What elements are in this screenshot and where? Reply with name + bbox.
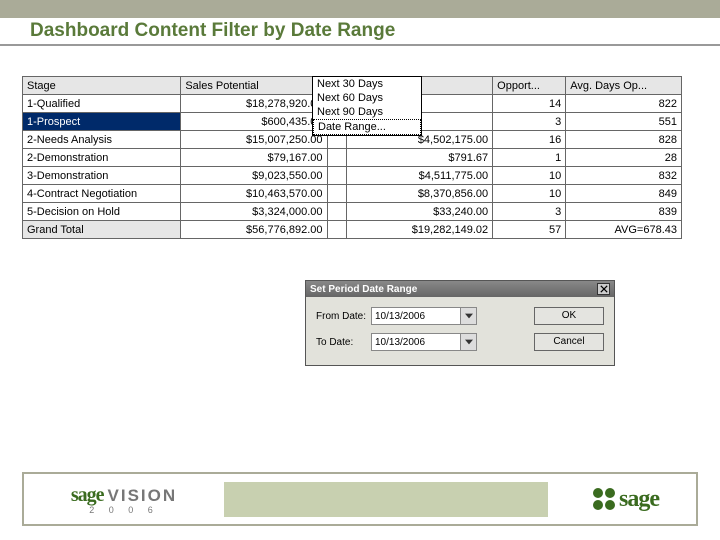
cell-opportunities: 57 xyxy=(493,221,566,239)
from-date-field xyxy=(371,307,481,325)
cell-weighted-potential: $791.67 xyxy=(347,149,493,167)
cell-avg-days: 832 xyxy=(566,167,682,185)
cell-stage: 1-Qualified xyxy=(23,95,181,113)
cell-stage: Grand Total xyxy=(23,221,181,239)
close-icon[interactable] xyxy=(597,283,610,295)
sage-dots-icon xyxy=(593,488,615,510)
dialog-title-text: Set Period Date Range xyxy=(310,284,417,295)
cell-w xyxy=(327,167,346,185)
table-row[interactable]: 5-Decision on Hold$3,324,000.00 $33,240.0… xyxy=(23,203,682,221)
title-row: Dashboard Content Filter by Date Range xyxy=(0,18,720,46)
cell-opportunities: 3 xyxy=(493,113,566,131)
table-row[interactable]: 3-Demonstration$9,023,550.00 $4,511,775.0… xyxy=(23,167,682,185)
cell-opportunities: 10 xyxy=(493,167,566,185)
cell-sales-potential: $18,278,920.00 xyxy=(181,95,327,113)
sage-logo: sage xyxy=(556,474,696,524)
page-title: Dashboard Content Filter by Date Range xyxy=(30,20,395,42)
table-row[interactable]: 4-Contract Negotiation$10,463,570.00 $8,3… xyxy=(23,185,682,203)
col-header-avg-days[interactable]: Avg. Days Op... xyxy=(566,77,682,95)
footer-spacer xyxy=(224,482,548,517)
cell-stage: 2-Needs Analysis xyxy=(23,131,181,149)
cell-sales-potential: $3,324,000.00 xyxy=(181,203,327,221)
to-date-dropdown-button[interactable] xyxy=(461,333,477,351)
vision-word-text: VISION xyxy=(108,486,178,506)
vision-brand-text: sage xyxy=(71,484,104,507)
cell-sales-potential: $15,007,250.00 xyxy=(181,131,327,149)
cell-weighted-potential: $19,282,149.02 xyxy=(347,221,493,239)
col-header-opportunities[interactable]: Opport... xyxy=(493,77,566,95)
cell-sales-potential: $79,167.00 xyxy=(181,149,327,167)
dropdown-option[interactable]: Next 30 Days xyxy=(313,77,421,91)
grid-container: Stage Sales Potential W Opport... Avg. D… xyxy=(22,76,698,239)
from-date-label: From Date: xyxy=(316,311,371,322)
dialog-titlebar[interactable]: Set Period Date Range xyxy=(306,281,614,297)
sage-vision-logo: sage VISION 2 0 0 6 xyxy=(24,474,224,524)
to-date-input[interactable] xyxy=(371,333,461,351)
table-row[interactable]: 2-Demonstration$79,167.00 $791.67128 xyxy=(23,149,682,167)
cell-weighted-potential: $4,511,775.00 xyxy=(347,167,493,185)
cell-w xyxy=(327,221,346,239)
to-date-field xyxy=(371,333,481,351)
total-row: Grand Total$56,776,892.00 $19,282,149.025… xyxy=(23,221,682,239)
cell-avg-days: 828 xyxy=(566,131,682,149)
cell-stage: 4-Contract Negotiation xyxy=(23,185,181,203)
cell-avg-days: 551 xyxy=(566,113,682,131)
date-range-dialog: Set Period Date Range From Date: OK To D… xyxy=(305,280,615,366)
cell-avg-days: 28 xyxy=(566,149,682,167)
cell-opportunities: 3 xyxy=(493,203,566,221)
cell-weighted-potential: $33,240.00 xyxy=(347,203,493,221)
cell-avg-days: AVG=678.43 xyxy=(566,221,682,239)
dropdown-option[interactable]: Next 90 Days xyxy=(313,105,421,119)
dropdown-option[interactable]: Next 60 Days xyxy=(313,91,421,105)
col-header-sales-potential[interactable]: Sales Potential xyxy=(181,77,327,95)
dropdown-option[interactable]: Date Range... xyxy=(313,119,421,135)
cell-opportunities: 14 xyxy=(493,95,566,113)
cell-avg-days: 839 xyxy=(566,203,682,221)
ok-button[interactable]: OK xyxy=(534,307,604,325)
cell-opportunities: 1 xyxy=(493,149,566,167)
cell-stage: 1-Prospect xyxy=(23,113,181,131)
cell-stage: 3-Demonstration xyxy=(23,167,181,185)
cell-opportunities: 16 xyxy=(493,131,566,149)
cell-sales-potential: $9,023,550.00 xyxy=(181,167,327,185)
col-header-stage[interactable]: Stage xyxy=(23,77,181,95)
cell-stage: 5-Decision on Hold xyxy=(23,203,181,221)
cell-w xyxy=(327,185,346,203)
footer-bar: sage VISION 2 0 0 6 sage xyxy=(22,472,698,526)
cell-sales-potential: $600,435.00 xyxy=(181,113,327,131)
to-date-label: To Date: xyxy=(316,337,371,348)
cell-opportunities: 10 xyxy=(493,185,566,203)
top-accent-bar xyxy=(0,0,720,18)
sage-logo-text: sage xyxy=(619,486,659,513)
cell-avg-days: 822 xyxy=(566,95,682,113)
period-dropdown-list[interactable]: Next 30 DaysNext 60 DaysNext 90 DaysDate… xyxy=(312,76,422,136)
cell-weighted-potential: $8,370,856.00 xyxy=(347,185,493,203)
cell-sales-potential: $10,463,570.00 xyxy=(181,185,327,203)
from-date-input[interactable] xyxy=(371,307,461,325)
cell-avg-days: 849 xyxy=(566,185,682,203)
cancel-button[interactable]: Cancel xyxy=(534,333,604,351)
from-date-dropdown-button[interactable] xyxy=(461,307,477,325)
cell-w xyxy=(327,149,346,167)
cell-w xyxy=(327,203,346,221)
cell-sales-potential: $56,776,892.00 xyxy=(181,221,327,239)
cell-stage: 2-Demonstration xyxy=(23,149,181,167)
